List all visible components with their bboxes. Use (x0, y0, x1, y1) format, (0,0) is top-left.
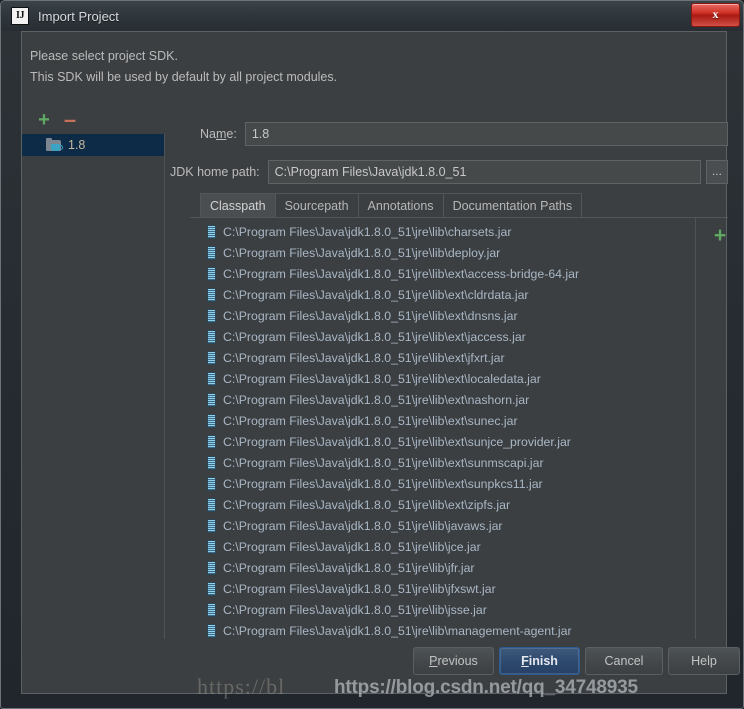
classpath-entry[interactable]: C:\Program Files\Java\jdk1.8.0_51\jre\li… (190, 242, 695, 263)
jar-icon (207, 329, 216, 344)
classpath-entry[interactable]: C:\Program Files\Java\jdk1.8.0_51\jre\li… (190, 473, 695, 494)
name-input[interactable]: 1.8 (244, 122, 728, 146)
classpath-entry[interactable]: C:\Program Files\Java\jdk1.8.0_51\jre\li… (190, 431, 695, 452)
classpath-entry[interactable]: C:\Program Files\Java\jdk1.8.0_51\jre\li… (190, 410, 695, 431)
sdk-list-item[interactable]: 1.8 (22, 134, 164, 156)
jar-icon (207, 434, 216, 449)
previous-button[interactable]: Previous (413, 647, 494, 675)
instruction-text: Please select project SDK. This SDK will… (30, 46, 337, 88)
import-project-window: IJ Import Project x Please select projec… (0, 0, 744, 709)
classpath-entry[interactable]: C:\Program Files\Java\jdk1.8.0_51\jre\li… (190, 347, 695, 368)
classpath-entry[interactable]: C:\Program Files\Java\jdk1.8.0_51\jre\li… (190, 578, 695, 599)
classpath-entry-label: C:\Program Files\Java\jdk1.8.0_51\jre\li… (223, 224, 512, 239)
window-title: Import Project (38, 8, 119, 24)
jar-icon (207, 392, 216, 407)
jar-icon (207, 602, 216, 617)
instruction-line-2: This SDK will be used by default by all … (30, 70, 338, 84)
add-sdk-button[interactable]: + (34, 110, 54, 130)
title-bar: IJ Import Project x (1, 1, 743, 31)
folder-java-icon (46, 138, 63, 152)
jar-icon (207, 518, 216, 533)
name-row: Name: 1.8 (200, 122, 728, 146)
remove-sdk-button[interactable]: – (60, 109, 80, 131)
name-label: Name: (200, 127, 237, 141)
classpath-entry-label: C:\Program Files\Java\jdk1.8.0_51\jre\li… (223, 434, 571, 449)
jar-icon (207, 245, 216, 260)
classpath-entry-label: C:\Program Files\Java\jdk1.8.0_51\jre\li… (223, 329, 526, 344)
classpath-entry-label: C:\Program Files\Java\jdk1.8.0_51\jre\li… (223, 392, 530, 407)
classpath-entry-label: C:\Program Files\Java\jdk1.8.0_51\jre\li… (223, 266, 580, 281)
sdk-toolbar: + – (30, 109, 173, 132)
classpath-entry-label: C:\Program Files\Java\jdk1.8.0_51\jre\li… (223, 245, 501, 260)
classpath-entry-label: C:\Program Files\Java\jdk1.8.0_51\jre\li… (223, 602, 487, 617)
jar-icon (207, 308, 216, 323)
classpath-entry[interactable]: C:\Program Files\Java\jdk1.8.0_51\jre\li… (190, 284, 695, 305)
classpath-entry-label: C:\Program Files\Java\jdk1.8.0_51\jre\li… (223, 371, 541, 386)
jdk-home-path-label: JDK home path: (170, 165, 260, 179)
jdk-home-path-input[interactable]: C:\Program Files\Java\jdk1.8.0_51 (267, 160, 701, 184)
classpath-list[interactable]: C:\Program Files\Java\jdk1.8.0_51\jre\li… (190, 218, 696, 639)
classpath-entry[interactable]: C:\Program Files\Java\jdk1.8.0_51\jre\li… (190, 452, 695, 473)
cancel-button[interactable]: Cancel (585, 647, 663, 675)
classpath-entry[interactable]: C:\Program Files\Java\jdk1.8.0_51\jre\li… (190, 494, 695, 515)
classpath-entry-label: C:\Program Files\Java\jdk1.8.0_51\jre\li… (223, 350, 505, 365)
jar-icon (207, 224, 216, 239)
classpath-entry[interactable]: C:\Program Files\Java\jdk1.8.0_51\jre\li… (190, 536, 695, 557)
classpath-entry-label: C:\Program Files\Java\jdk1.8.0_51\jre\li… (223, 623, 572, 638)
help-button[interactable]: Help (668, 647, 740, 675)
close-icon[interactable]: x (691, 3, 740, 27)
classpath-entry[interactable]: C:\Program Files\Java\jdk1.8.0_51\jre\li… (190, 368, 695, 389)
instruction-line-1: Please select project SDK. (30, 49, 178, 63)
jar-icon (207, 497, 216, 512)
classpath-panel: C:\Program Files\Java\jdk1.8.0_51\jre\li… (190, 217, 728, 639)
classpath-entry[interactable]: C:\Program Files\Java\jdk1.8.0_51\jre\li… (190, 221, 695, 242)
classpath-entry[interactable]: C:\Program Files\Java\jdk1.8.0_51\jre\li… (190, 515, 695, 536)
classpath-entry[interactable]: C:\Program Files\Java\jdk1.8.0_51\jre\li… (190, 599, 695, 620)
intellij-idea-icon: IJ (11, 7, 29, 25)
jar-icon (207, 581, 216, 596)
tab-sourcepath[interactable]: Sourcepath (274, 193, 359, 218)
classpath-entry[interactable]: C:\Program Files\Java\jdk1.8.0_51\jre\li… (190, 620, 695, 639)
classpath-entry-label: C:\Program Files\Java\jdk1.8.0_51\jre\li… (223, 455, 544, 470)
jar-icon (207, 287, 216, 302)
add-classpath-button[interactable]: + (710, 225, 730, 246)
classpath-entry[interactable]: C:\Program Files\Java\jdk1.8.0_51\jre\li… (190, 263, 695, 284)
classpath-entry-label: C:\Program Files\Java\jdk1.8.0_51\jre\li… (223, 413, 518, 428)
dialog-button-bar: Previous Finish Cancel Help (22, 639, 740, 694)
classpath-entry-label: C:\Program Files\Java\jdk1.8.0_51\jre\li… (223, 560, 475, 575)
browse-button[interactable]: ... (705, 160, 728, 184)
tab-annotations[interactable]: Annotations (357, 193, 444, 218)
sdk-detail-pane: Name: 1.8 JDK home path: C:\Program File… (165, 87, 728, 639)
sdk-list[interactable]: 1.8 (22, 134, 165, 639)
classpath-entry-label: C:\Program Files\Java\jdk1.8.0_51\jre\li… (223, 539, 481, 554)
classpath-entry-label: C:\Program Files\Java\jdk1.8.0_51\jre\li… (223, 497, 511, 512)
sdk-list-item-label: 1.8 (68, 138, 86, 152)
jar-icon (207, 539, 216, 554)
jar-icon (207, 350, 216, 365)
finish-button[interactable]: Finish (499, 647, 580, 675)
sdk-tabs: Classpath Sourcepath Annotations Documentat… (200, 192, 583, 218)
classpath-entry-label: C:\Program Files\Java\jdk1.8.0_51\jre\li… (223, 476, 543, 491)
jar-icon (207, 371, 216, 386)
classpath-entry-label: C:\Program Files\Java\jdk1.8.0_51\jre\li… (223, 287, 529, 302)
tab-documentation-paths[interactable]: Documentation Paths (442, 193, 583, 218)
jar-icon (207, 560, 216, 575)
classpath-entry-label: C:\Program Files\Java\jdk1.8.0_51\jre\li… (223, 308, 518, 323)
jar-icon (207, 266, 216, 281)
classpath-entry[interactable]: C:\Program Files\Java\jdk1.8.0_51\jre\li… (190, 389, 695, 410)
jar-icon (207, 455, 216, 470)
jdk-home-path-row: JDK home path: C:\Program Files\Java\jdk… (170, 160, 728, 184)
dialog-content: Please select project SDK. This SDK will… (21, 31, 740, 694)
classpath-entry[interactable]: C:\Program Files\Java\jdk1.8.0_51\jre\li… (190, 326, 695, 347)
jar-icon (207, 413, 216, 428)
classpath-entry[interactable]: C:\Program Files\Java\jdk1.8.0_51\jre\li… (190, 305, 695, 326)
classpath-entry-label: C:\Program Files\Java\jdk1.8.0_51\jre\li… (223, 518, 503, 533)
jar-icon (207, 476, 216, 491)
tab-classpath[interactable]: Classpath (200, 193, 276, 218)
jar-icon (207, 623, 216, 638)
classpath-entry[interactable]: C:\Program Files\Java\jdk1.8.0_51\jre\li… (190, 557, 695, 578)
classpath-entry-label: C:\Program Files\Java\jdk1.8.0_51\jre\li… (223, 581, 496, 596)
